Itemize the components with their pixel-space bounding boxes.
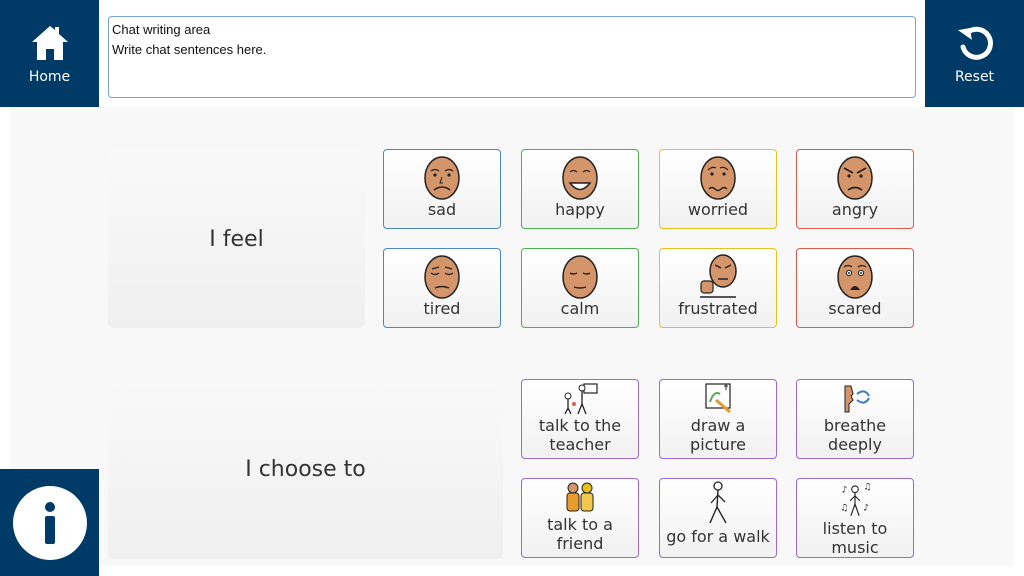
chat-placeholder: Write chat sentences here. [112,42,267,57]
feel-tile-label: calm [560,299,600,318]
tired-face-icon [424,255,460,299]
feel-tile-label: scared [828,299,882,318]
feel-label: I feel [209,226,264,252]
choose-tile-talk-to-friend[interactable]: talk to a friend [521,478,639,558]
choose-label: I choose to [245,456,366,482]
chat-writing-area[interactable]: Chat writing area Write chat sentences h… [108,16,916,98]
feel-tile-frustrated[interactable]: frustrated [659,248,777,328]
happy-face-icon [562,156,598,200]
feel-tile-calm[interactable]: calm [521,248,639,328]
choose-row-label: I choose to [108,379,503,559]
home-button[interactable]: Home [0,0,99,107]
feel-tile-sad[interactable]: sad [383,149,501,229]
choose-tile-draw-picture[interactable]: draw a picture [659,379,777,459]
info-button[interactable] [0,469,99,576]
worried-face-icon [700,156,736,200]
feel-tile-label: worried [687,200,749,219]
feel-tile-happy[interactable]: happy [521,149,639,229]
feel-tile-label: frustrated [678,299,758,318]
chat-title: Chat writing area [112,22,211,37]
choose-tile-label: talk to a friend [547,515,613,553]
choose-tile-listen-to-music[interactable]: ♪ ♫ ♫ ♪ listen to music [796,478,914,558]
frustrated-face-icon [700,254,737,298]
info-icon [12,485,87,560]
svg-text:♫: ♫ [840,504,848,514]
reset-button[interactable]: Reset [925,0,1024,107]
choose-tile-label: breathe deeply [823,416,887,454]
feel-row-label: I feel [108,150,365,328]
feel-tile-tired[interactable]: tired [383,248,501,328]
choose-tile-go-for-walk[interactable]: go for a walk [659,478,777,558]
choose-tile-breathe-deeply[interactable]: breathe deeply [796,379,914,459]
breathing-icon [844,385,870,413]
svg-text:♫: ♫ [863,482,871,492]
feel-tile-label: tired [423,299,461,318]
feel-tile-worried[interactable]: worried [659,149,777,229]
feel-tile-label: angry [831,200,879,219]
reset-label: Reset [954,68,995,85]
friends-icon [566,482,594,512]
svg-text:♪: ♪ [863,504,869,514]
home-icon [31,25,68,60]
choose-tile-label: listen to music [822,519,888,557]
feel-tile-angry[interactable]: angry [796,149,914,229]
feel-tile-label: happy [555,200,605,219]
choose-tile-talk-to-teacher[interactable]: talk to the teacher [521,379,639,459]
reset-icon [957,26,993,60]
walking-icon [709,481,727,524]
calm-face-icon [562,255,598,299]
choose-tile-label: talk to the teacher [538,416,622,454]
sad-face-icon [424,156,460,200]
svg-text:♪: ♪ [842,486,848,496]
scared-face-icon [837,255,873,299]
teacher-icon [564,383,598,415]
feel-tile-scared[interactable]: scared [796,248,914,328]
choose-tile-label: go for a walk [666,527,770,546]
drawing-icon [705,383,731,414]
home-label: Home [28,68,71,85]
choose-tile-label: draw a picture [690,416,746,454]
angry-face-icon [837,156,873,200]
music-icon: ♪ ♫ ♫ ♪ [840,482,871,516]
feel-tile-label: sad [427,200,457,219]
